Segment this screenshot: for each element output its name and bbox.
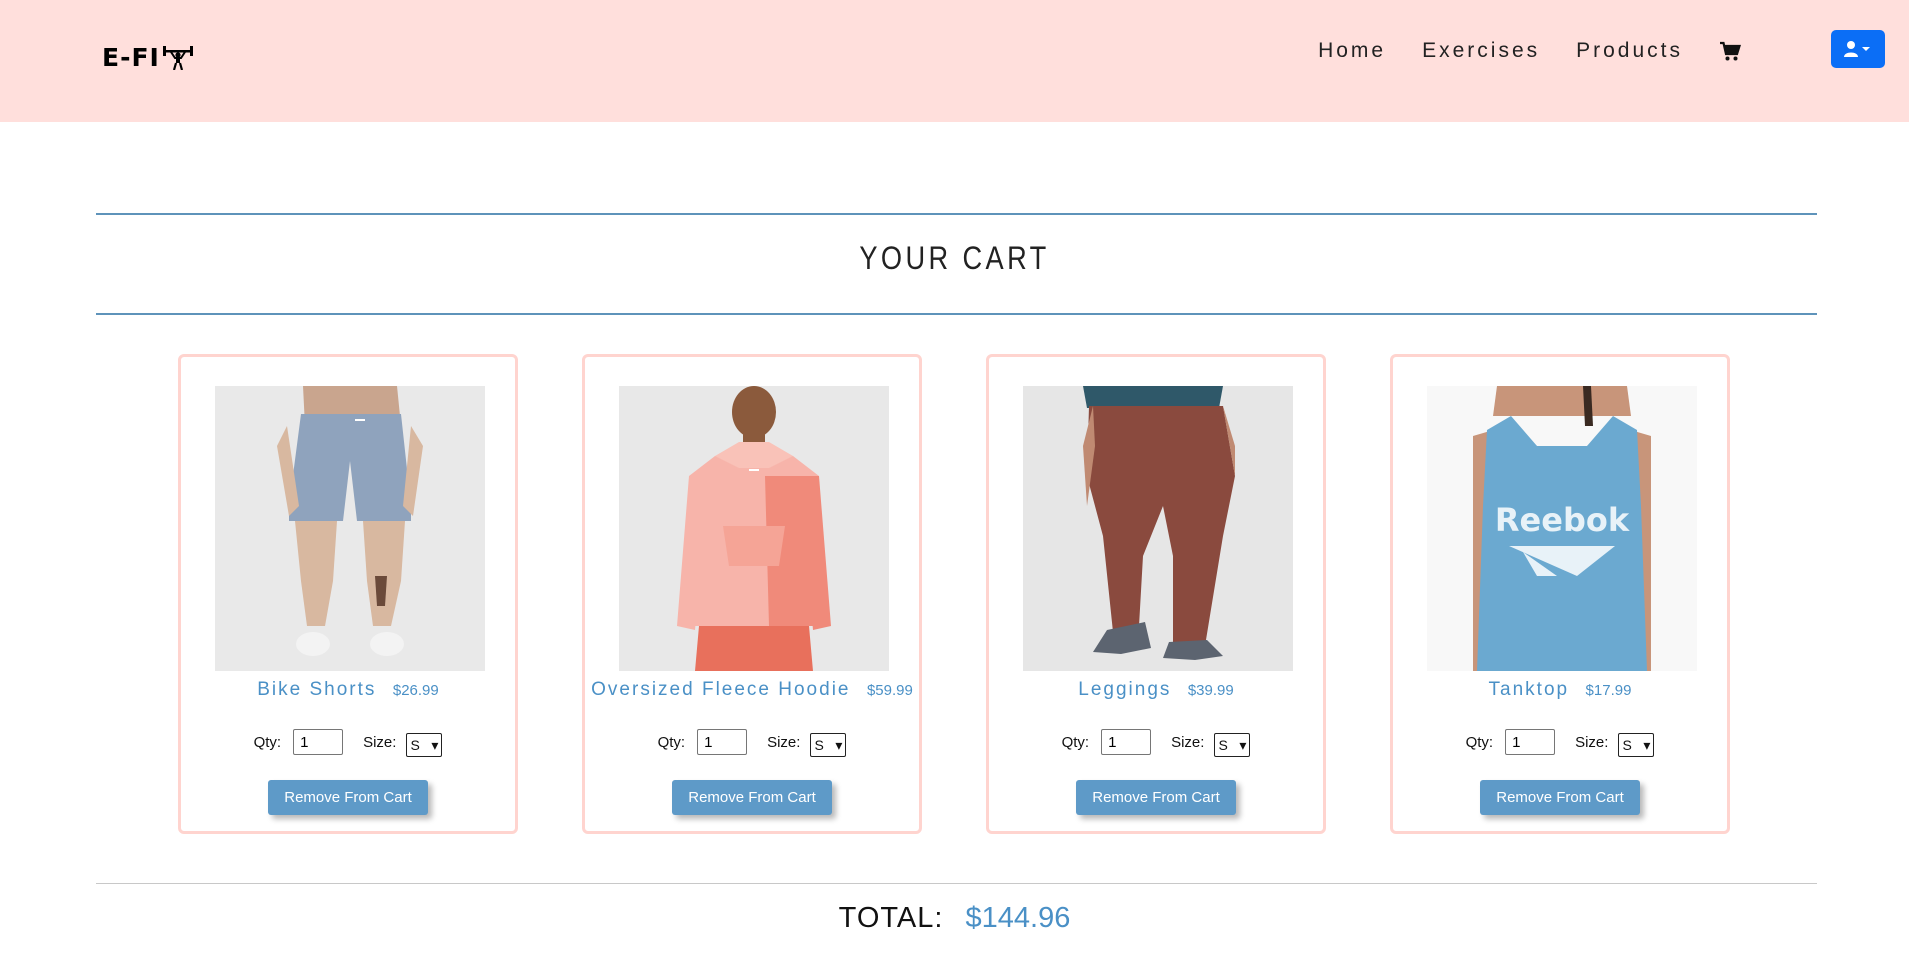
item-title-line: Leggings $39.99 — [989, 679, 1323, 701]
size-label: Size: — [1171, 733, 1205, 751]
item-name[interactable]: Oversized Fleece Hoodie — [591, 679, 850, 700]
remove-from-cart-button[interactable]: Remove From Cart — [1076, 780, 1236, 815]
size-select[interactable]: S ▾ — [1618, 733, 1655, 757]
chevron-down-icon: ▾ — [431, 736, 439, 753]
cart-total: TOTAL: $144.96 — [0, 902, 1909, 935]
weightlifter-icon — [162, 46, 193, 70]
item-title-line: Oversized Fleece Hoodie $59.99 — [585, 679, 919, 701]
size-value: S — [1622, 737, 1632, 753]
qty-input[interactable] — [293, 729, 344, 755]
site-header: E-FI Home Exercises Products — [0, 0, 1909, 122]
qty-label: Qty: — [253, 733, 282, 751]
item-name[interactable]: Tanktop — [1489, 679, 1570, 700]
main-nav: Home Exercises Products — [1318, 36, 1759, 66]
qty-label: Qty: — [1465, 733, 1494, 751]
size-value: S — [814, 737, 824, 753]
qty-input[interactable] — [697, 729, 748, 755]
size-label: Size: — [363, 733, 397, 751]
nav-exercises[interactable]: Exercises — [1422, 39, 1540, 63]
user-menu-button[interactable] — [1831, 30, 1885, 68]
cart-item-card: Reebok Tanktop $17.99 Qty: Size: S ▾ Rem… — [1390, 354, 1730, 834]
chevron-down-icon: ▾ — [1643, 736, 1651, 753]
size-select[interactable]: S ▾ — [810, 733, 847, 757]
total-label: TOTAL: — [838, 902, 944, 934]
product-image — [1023, 386, 1293, 671]
title-divider-top — [96, 213, 1817, 215]
cart-icon[interactable] — [1719, 40, 1741, 62]
item-price: $17.99 — [1585, 682, 1632, 699]
qty-input[interactable] — [1101, 729, 1152, 755]
item-title-line: Bike Shorts $26.99 — [181, 679, 515, 701]
tank-print-text: Reebok — [1495, 501, 1630, 539]
qty-label: Qty: — [657, 733, 686, 751]
size-select[interactable]: S ▾ — [1214, 733, 1251, 757]
item-price: $26.99 — [392, 682, 439, 699]
product-image — [215, 386, 485, 671]
title-divider-bottom — [96, 313, 1817, 315]
brand-logo[interactable]: E-FI — [102, 42, 194, 72]
user-dropdown-icon — [1844, 41, 1870, 57]
remove-from-cart-button[interactable]: Remove From Cart — [268, 780, 428, 815]
product-image: Reebok — [1427, 386, 1697, 671]
size-label: Size: — [767, 733, 801, 751]
chevron-down-icon: ▾ — [835, 736, 843, 753]
size-value: S — [1218, 737, 1228, 753]
cart-item-card: Leggings $39.99 Qty: Size: S ▾ Remove Fr… — [986, 354, 1326, 834]
item-name[interactable]: Leggings — [1078, 679, 1171, 700]
qty-size-row: Qty: Size: S ▾ — [1393, 729, 1727, 757]
product-image — [619, 386, 889, 671]
cart-item-card: Oversized Fleece Hoodie $59.99 Qty: Size… — [582, 354, 922, 834]
remove-from-cart-button[interactable]: Remove From Cart — [672, 780, 832, 815]
size-select[interactable]: S ▾ — [406, 733, 443, 757]
size-value: S — [410, 737, 420, 753]
item-name[interactable]: Bike Shorts — [257, 679, 376, 700]
nav-home[interactable]: Home — [1318, 39, 1386, 63]
total-value: $144.96 — [965, 902, 1071, 934]
size-label: Size: — [1575, 733, 1609, 751]
nav-products[interactable]: Products — [1576, 39, 1683, 63]
logo-text: E-FI — [102, 42, 160, 72]
chevron-down-icon: ▾ — [1239, 736, 1247, 753]
page-title: YOUR CART — [859, 240, 1050, 276]
qty-size-row: Qty: Size: S ▾ — [989, 729, 1323, 757]
qty-input[interactable] — [1505, 729, 1556, 755]
item-price: $39.99 — [1187, 682, 1234, 699]
qty-size-row: Qty: Size: S ▾ — [585, 729, 919, 757]
qty-label: Qty: — [1061, 733, 1090, 751]
total-divider — [96, 883, 1817, 884]
item-price: $59.99 — [866, 682, 913, 699]
remove-from-cart-button[interactable]: Remove From Cart — [1480, 780, 1640, 815]
qty-size-row: Qty: Size: S ▾ — [181, 729, 515, 757]
cart-item-card: Bike Shorts $26.99 Qty: Size: S ▾ Remove… — [178, 354, 518, 834]
item-title-line: Tanktop $17.99 — [1393, 679, 1727, 701]
